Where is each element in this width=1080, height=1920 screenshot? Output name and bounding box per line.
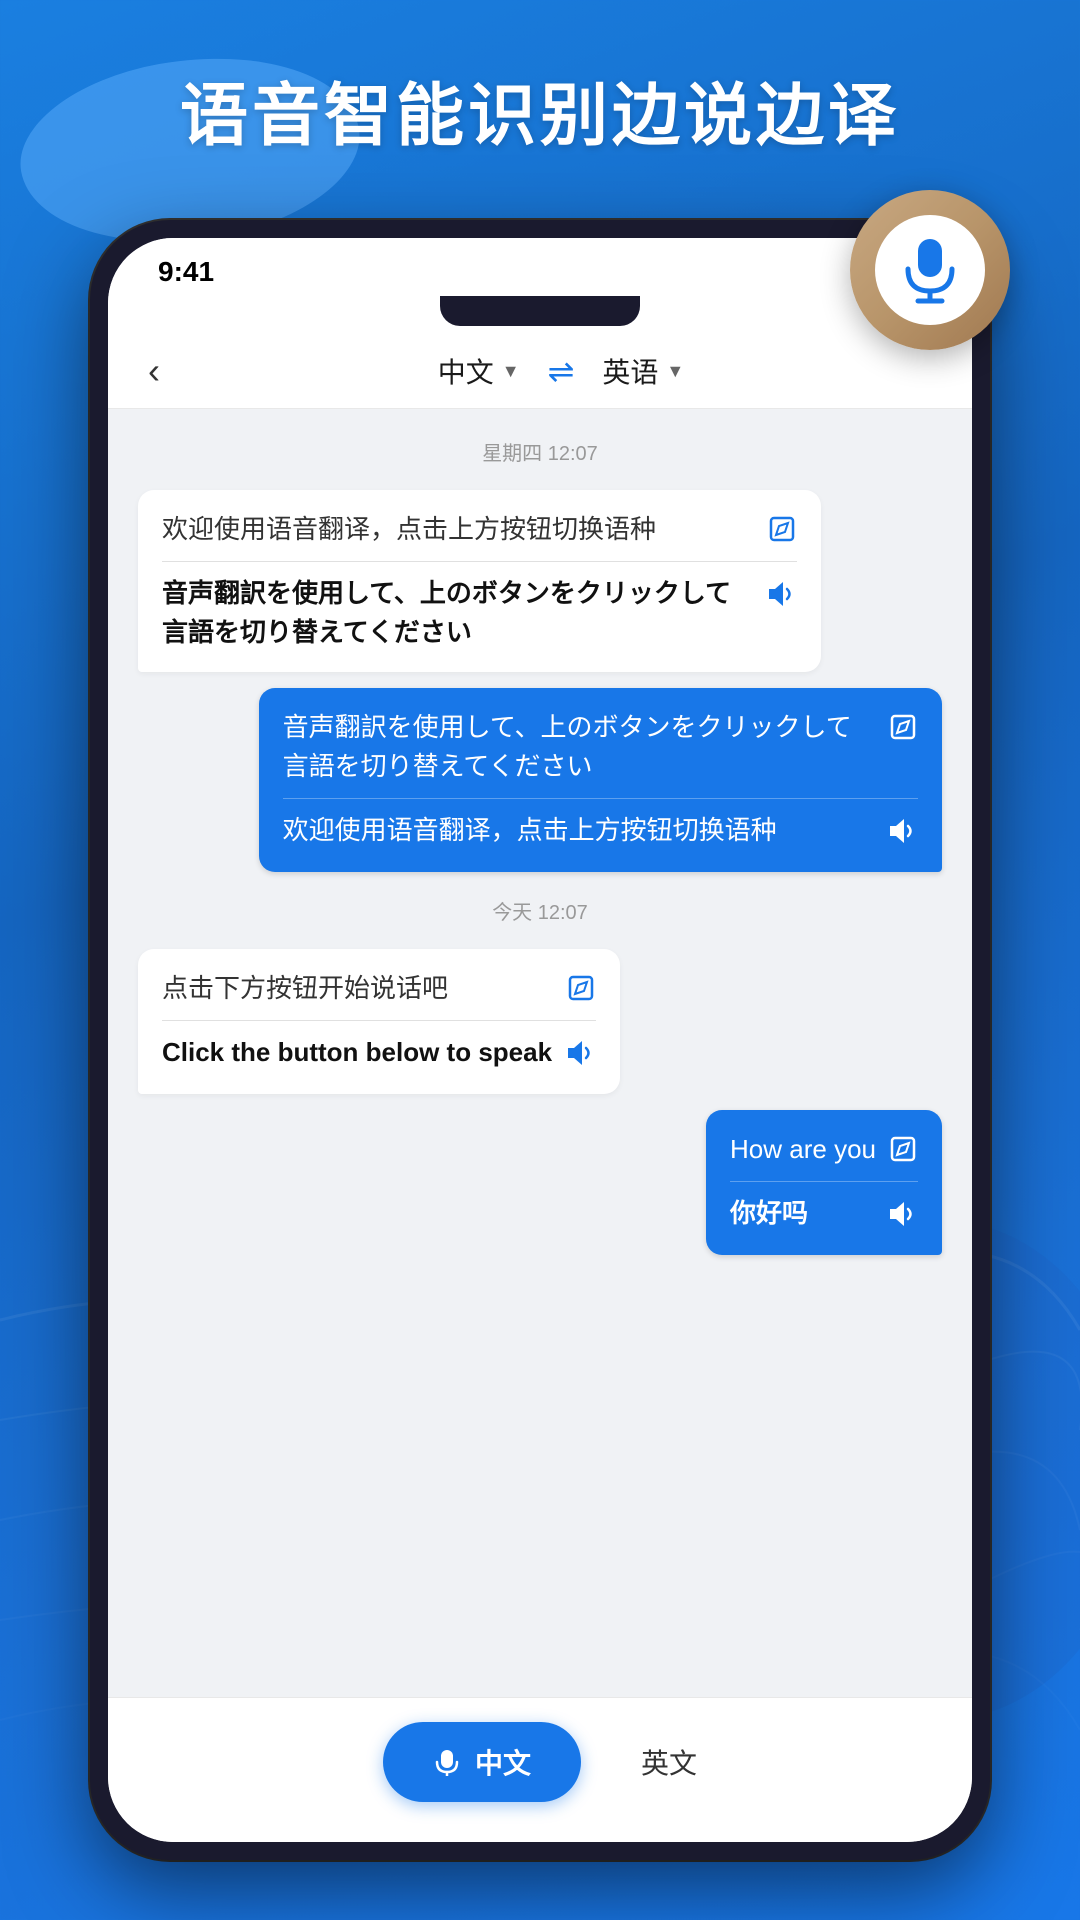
msg-4-translated: 你好吗 bbox=[730, 1194, 808, 1233]
msg-row-3a: 点击下方按钮开始说话吧 bbox=[162, 969, 596, 1008]
app-header: ‹ 中文 ▼ ⇌ 英语 ▼ bbox=[108, 334, 972, 409]
speaker-icon-1[interactable] bbox=[765, 578, 797, 615]
notch bbox=[440, 296, 640, 326]
edit-icon-2[interactable] bbox=[888, 712, 918, 747]
edit-icon-1[interactable] bbox=[767, 514, 797, 549]
edit-icon-4[interactable] bbox=[888, 1134, 918, 1169]
target-language-button[interactable]: 英语 ▼ bbox=[602, 351, 684, 391]
phone-frame: 9:41 ‹ 中文 ▼ bbox=[90, 220, 990, 1860]
language-selector: 中文 ▼ ⇌ 英语 ▼ bbox=[190, 351, 932, 391]
msg-2-original: 音声翻訳を使用して、上のボタンをクリックして言語を切り替えてください bbox=[283, 708, 876, 786]
status-bar: 9:41 bbox=[108, 238, 972, 296]
source-language-button[interactable]: 中文 ▼ bbox=[438, 351, 520, 391]
msg-2-translated: 欢迎使用语音翻译，点击上方按钮切换语种 bbox=[283, 811, 777, 850]
target-lang-dropdown-icon: ▼ bbox=[666, 361, 684, 382]
mic-button-icon bbox=[433, 1748, 461, 1776]
msg-3-translated: Click the button below to speak bbox=[162, 1033, 552, 1072]
swap-language-button[interactable]: ⇌ bbox=[548, 352, 575, 390]
chat-area[interactable]: 星期四 12:07 欢迎使用语音翻译，点击上方按钮切换语种 bbox=[108, 409, 972, 1697]
message-bubble-1: 欢迎使用语音翻译，点击上方按钮切换语种 音声翻訳を使用して、上のボタンをクリック… bbox=[138, 490, 821, 672]
msg-row-2a: 音声翻訳を使用して、上のボタンをクリックして言語を切り替えてください bbox=[283, 708, 918, 786]
msg-row-3b: Click the button below to speak bbox=[162, 1033, 596, 1074]
timestamp-1: 星期四 12:07 bbox=[138, 437, 942, 466]
timestamp-2: 今天 12:07 bbox=[138, 896, 942, 925]
message-bubble-4: How are you 你好吗 bbox=[706, 1110, 942, 1255]
speaker-icon-3[interactable] bbox=[564, 1037, 596, 1074]
msg-4-original: How are you bbox=[730, 1130, 876, 1169]
status-time: 9:41 bbox=[158, 256, 214, 288]
mic-icon-large bbox=[900, 235, 960, 305]
source-lang-dropdown-icon: ▼ bbox=[502, 361, 520, 382]
msg-1-translated: 音声翻訳を使用して、上のボタンをクリックして言語を切り替えてください bbox=[162, 574, 753, 652]
message-bubble-2: 音声翻訳を使用して、上のボタンをクリックして言語を切り替えてください 欢迎使用语… bbox=[259, 688, 942, 872]
target-language-label: 英语 bbox=[602, 351, 658, 391]
mic-record-button[interactable]: 中文 bbox=[383, 1722, 581, 1802]
msg-1-original: 欢迎使用语音翻译，点击上方按钮切换语种 bbox=[162, 510, 656, 549]
mic-overlay-circle[interactable] bbox=[850, 190, 1010, 350]
msg-row-1b: 音声翻訳を使用して、上のボタンをクリックして言語を切り替えてください bbox=[162, 574, 797, 652]
notch-area bbox=[108, 296, 972, 334]
mic-button-label: 中文 bbox=[475, 1742, 531, 1782]
back-button[interactable]: ‹ bbox=[148, 350, 160, 392]
msg-row-4b: 你好吗 bbox=[730, 1194, 918, 1235]
phone-screen: 9:41 ‹ 中文 ▼ bbox=[108, 238, 972, 1842]
source-language-label: 中文 bbox=[438, 351, 494, 391]
msg-row-1a: 欢迎使用语音翻译，点击上方按钮切换语种 bbox=[162, 510, 797, 549]
speaker-icon-2[interactable] bbox=[886, 815, 918, 852]
edit-icon-3[interactable] bbox=[566, 973, 596, 1008]
mic-circle-inner bbox=[875, 215, 985, 325]
message-bubble-3: 点击下方按钮开始说话吧 Click the button below to sp… bbox=[138, 949, 620, 1094]
speaker-icon-4[interactable] bbox=[886, 1198, 918, 1235]
bottom-bar: 中文 英文 bbox=[108, 1697, 972, 1842]
phone-wrapper: 9:41 ‹ 中文 ▼ bbox=[90, 220, 990, 1860]
msg-3-original: 点击下方按钮开始说话吧 bbox=[162, 969, 448, 1008]
target-language-text-button[interactable]: 英文 bbox=[641, 1742, 697, 1782]
page-title: 语音智能识别边说边译 bbox=[0, 60, 1080, 159]
msg-row-4a: How are you bbox=[730, 1130, 918, 1169]
msg-row-2b: 欢迎使用语音翻译，点击上方按钮切换语种 bbox=[283, 811, 918, 852]
